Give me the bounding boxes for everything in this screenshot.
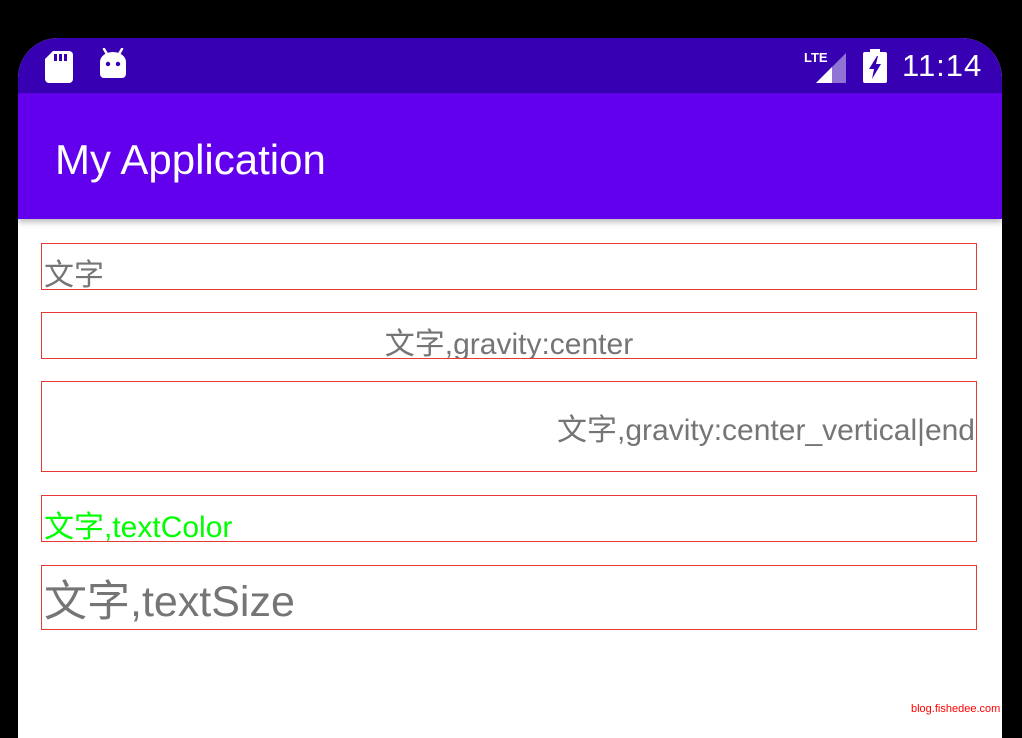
text-view-default-label: 文字 [44, 259, 104, 290]
lte-label: LTE [804, 50, 828, 65]
status-clock: 11:14 [902, 48, 983, 83]
text-view-text-color-label: 文字,textColor [44, 511, 233, 542]
app-bar: My Application [18, 93, 1002, 219]
battery-charging-icon [863, 49, 887, 83]
lte-signal-icon: LTE [804, 50, 846, 83]
app-title: My Application [55, 136, 326, 183]
text-view-gravity-center-label: 文字,gravity:center [384, 328, 634, 359]
status-bar: LTE 11:14 [18, 38, 1002, 93]
text-view-text-color: 文字,textColor [41, 495, 977, 542]
text-view-gravity-center: 文字,gravity:center [41, 312, 977, 359]
text-view-gravity-center-vertical-end-label: 文字,gravity:center_vertical|end [557, 413, 975, 447]
watermark: blog.fishedee.com [911, 703, 1001, 715]
android-debug-icon [100, 48, 126, 78]
text-view-default: 文字 [41, 243, 977, 290]
text-view-gravity-center-vertical-end: 文字,gravity:center_vertical|end [41, 381, 977, 472]
text-view-text-size-label: 文字,textSize [44, 577, 295, 626]
device-screen: LTE 11:14 My Application 文字 文字,gravity:c… [18, 38, 1002, 738]
sd-card-icon [45, 51, 73, 83]
text-view-text-size: 文字,textSize [41, 565, 977, 630]
